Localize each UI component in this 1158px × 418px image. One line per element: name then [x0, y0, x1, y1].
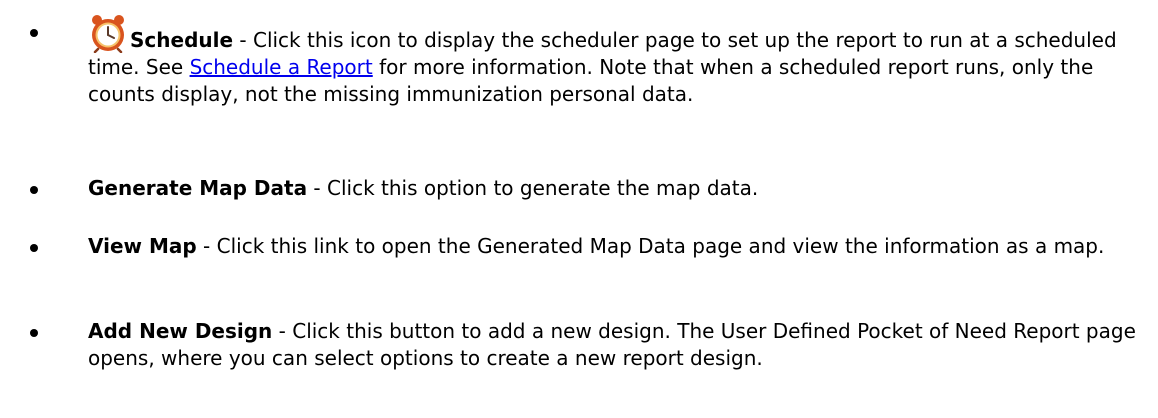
bullet-dot: [30, 186, 38, 194]
generate-map-data-description: - Click this option to generate the map …: [307, 176, 759, 200]
alarm-clock-icon[interactable]: [88, 13, 128, 54]
list-item-generate-map-data: Generate Map Data - Click this option to…: [0, 175, 1158, 202]
bullet-dot: [30, 244, 38, 252]
term-generate-map-data: Generate Map Data: [88, 176, 308, 200]
item-text: View Map - Click this link to open the G…: [88, 233, 1138, 260]
bullet-dot: [30, 29, 38, 37]
item-text: Add New Design - Click this button to ad…: [88, 318, 1138, 372]
schedule-a-report-link[interactable]: Schedule a Report: [190, 55, 373, 79]
term-view-map: View Map: [88, 234, 197, 258]
term-schedule: Schedule: [130, 28, 234, 52]
list-item-add-new-design: Add New Design - Click this button to ad…: [0, 318, 1158, 372]
view-map-description: - Click this link to open the Generated …: [196, 234, 1105, 258]
list-item-schedule: Schedule - Click this icon to display th…: [0, 4, 1158, 108]
item-text: Generate Map Data - Click this option to…: [88, 175, 1138, 202]
term-add-new-design: Add New Design: [88, 319, 273, 343]
bullet-dot: [30, 329, 38, 337]
list-item-view-map: View Map - Click this link to open the G…: [0, 233, 1158, 260]
item-text: Schedule - Click this icon to display th…: [88, 4, 1138, 108]
